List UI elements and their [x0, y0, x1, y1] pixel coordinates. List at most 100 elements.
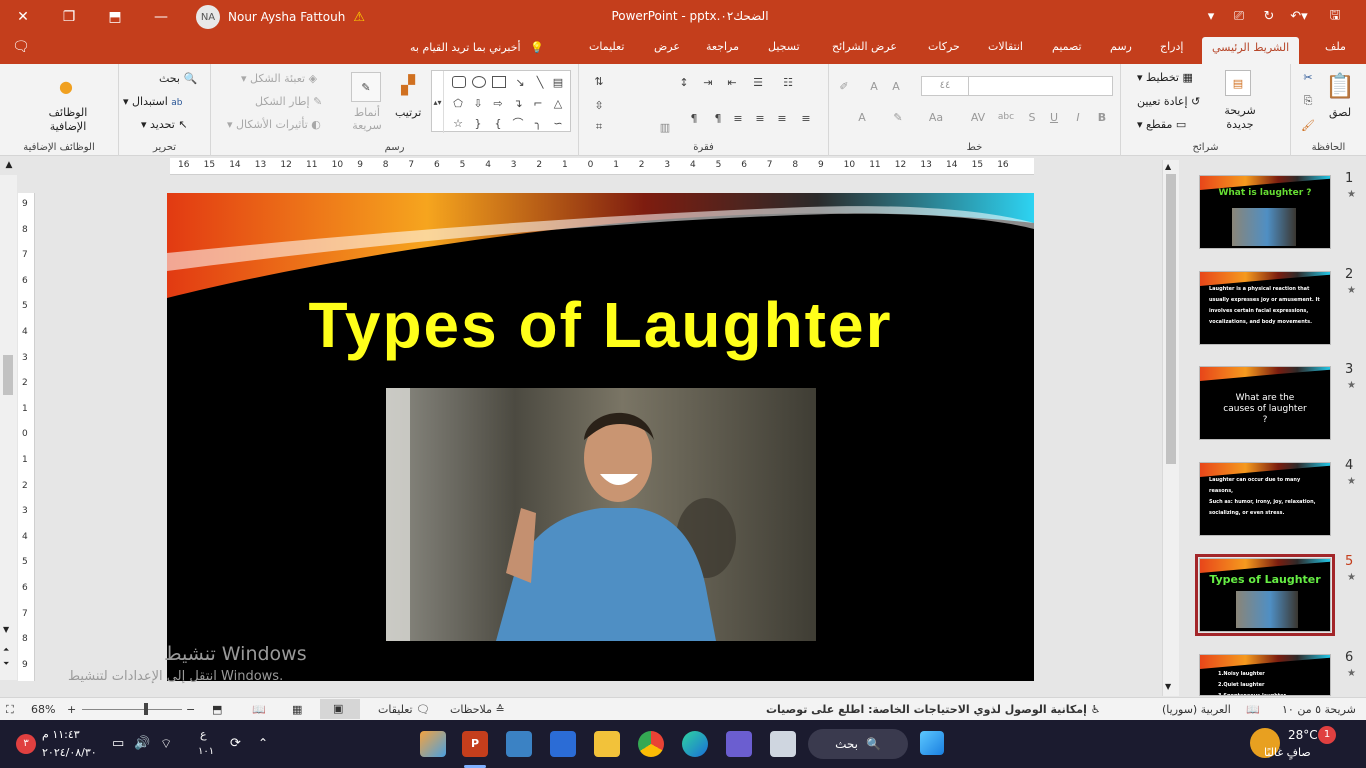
align-center-icon[interactable]: ≡	[773, 110, 791, 126]
tab-home[interactable]: الشريط الرئيسي	[1202, 37, 1300, 64]
right-arrow-shape[interactable]: ⇨	[490, 95, 506, 111]
prev-slide-icon[interactable]: ⏶	[3, 645, 9, 655]
line-arrow-shape[interactable]: ↘	[512, 74, 528, 90]
save-button[interactable]: 🖫	[1322, 0, 1348, 33]
format-painter-icon[interactable]: 🖌	[1301, 118, 1315, 132]
char-spacing-icon[interactable]: AV	[969, 108, 987, 126]
arrange-button[interactable]: ترتيب	[395, 106, 421, 119]
taskbar-search[interactable]: بحث 🔍	[808, 729, 908, 759]
tell-me-search[interactable]: أخبرني بما تريد القيام به 💡	[410, 41, 544, 54]
highlight-icon[interactable]: ✎	[889, 108, 907, 126]
customize-qat-button[interactable]: ▾	[1198, 0, 1224, 33]
addins-button[interactable]: الوظائف الإضافية	[44, 106, 92, 134]
undo-button[interactable]: ↶▾	[1286, 0, 1312, 33]
next-slide-icon[interactable]: ⏷	[3, 659, 9, 669]
underline-icon[interactable]: U	[1045, 108, 1063, 126]
ribbon-display-button[interactable]: ⬒	[92, 0, 138, 33]
connector-shape[interactable]: ⌐	[530, 95, 546, 111]
paste-button[interactable]: لصق	[1329, 106, 1351, 119]
slideshow-view-icon[interactable]: ⬒	[212, 703, 222, 716]
tab-transitions[interactable]: انتقالات	[988, 40, 1023, 53]
font-color-icon[interactable]: A	[853, 108, 871, 126]
oval-shape[interactable]	[472, 76, 486, 88]
down-arrow-shape[interactable]: ⇩	[470, 95, 486, 111]
smartart-icon[interactable]: ⌗	[589, 118, 609, 136]
zoom-slider[interactable]	[82, 709, 182, 710]
app-icon[interactable]	[770, 731, 796, 757]
increase-indent-icon[interactable]: ⇥	[699, 74, 717, 90]
notification-count[interactable]: ٣	[16, 734, 36, 754]
slide-photo[interactable]	[386, 388, 816, 641]
language-status[interactable]: العربية (سوريا)	[1162, 703, 1231, 716]
section-button[interactable]: ▾ مقطع ▭	[1137, 118, 1186, 131]
shape-fill-button[interactable]: ▾ تعبئة الشكل ◈	[241, 72, 317, 85]
left-vertical-scrollbar[interactable]: ▼ ⏶ ⏷	[0, 175, 17, 680]
italic-icon[interactable]: I	[1069, 108, 1087, 126]
left-scroll-thumb[interactable]	[3, 355, 13, 395]
tab-view[interactable]: عرض	[654, 40, 680, 53]
columns-icon[interactable]: ▥	[655, 118, 675, 136]
pane-scroll-up[interactable]: ▲	[2, 160, 16, 174]
elbow-connector-shape[interactable]: ↴	[510, 95, 526, 111]
chevron-up-icon[interactable]: ⌃	[258, 736, 268, 750]
reading-view-icon[interactable]: 📖	[252, 703, 266, 716]
scroll-down-icon[interactable]: ▼	[3, 625, 9, 634]
slide-title[interactable]: Types of Laughter	[167, 288, 1034, 362]
start-icon[interactable]	[920, 731, 944, 755]
teams-icon[interactable]	[726, 731, 752, 757]
normal-view-button[interactable]: ▣	[320, 699, 360, 719]
rtl-icon[interactable]: ¶	[685, 110, 703, 126]
pentagon-shape[interactable]: ⬠	[450, 95, 466, 111]
user-account[interactable]: NA Nour Aysha Fattouh ⚠	[196, 5, 365, 29]
clock-time[interactable]: ١١:٤٣ م	[42, 728, 80, 741]
gallery-scroll[interactable]: ▴▾	[432, 71, 444, 133]
bullets-icon[interactable]: ☷	[779, 74, 797, 90]
comments-button[interactable]: تعليقات 🗨	[378, 703, 430, 716]
find-button[interactable]: بحث 🔍	[159, 72, 197, 85]
shadow-icon[interactable]: S	[1023, 108, 1041, 126]
spelling-icon[interactable]: 📖	[1246, 703, 1260, 716]
slide-thumbnail-4[interactable]: Laughter can occur due to many reasons, Su…	[1199, 462, 1331, 536]
slide-thumbnail-5[interactable]: Types of Laughter	[1195, 554, 1335, 636]
redo-button[interactable]: ↻	[1256, 0, 1282, 33]
line-spacing-icon[interactable]: ↕	[675, 74, 693, 90]
chrome-icon[interactable]	[638, 731, 664, 757]
zoom-level[interactable]: 68%	[31, 703, 55, 716]
accessibility-status[interactable]: إمكانية الوصول لذوي الاحتياجات الخاصة: ا…	[766, 703, 1101, 716]
rounded-rect-shape[interactable]	[452, 76, 466, 88]
presenter-button[interactable]: ⎚	[1226, 0, 1252, 33]
minimize-button[interactable]: —	[138, 0, 184, 33]
notes-button[interactable]: ملاحظات ≙	[450, 703, 505, 716]
zoom-out-icon[interactable]: −	[186, 703, 195, 716]
shapes-gallery[interactable]: ↘ ╲ ▤ ⬠ ⇩ ⇨ ↴ ⌐ △ ☆ } { ⌒ ╮ ∽ ▴▾	[431, 70, 571, 133]
slide-sorter-icon[interactable]: ▦	[292, 703, 302, 716]
text-direction-icon[interactable]: ⇅	[589, 72, 609, 90]
rectangle-shape[interactable]	[492, 76, 506, 88]
tab-record[interactable]: تسجيل	[768, 40, 800, 53]
strikethrough-icon[interactable]: abc	[997, 108, 1015, 126]
shape-outline-button[interactable]: إطار الشكل ✎	[255, 95, 322, 108]
reset-button[interactable]: إعادة تعيين ↺	[1137, 95, 1200, 108]
clock-date[interactable]: ٢٠٢٤/٠٨/٣٠	[42, 746, 97, 759]
layout-button[interactable]: ▾ تخطيط ▦	[1137, 71, 1193, 84]
tab-draw[interactable]: رسم	[1110, 40, 1132, 53]
decrease-font-icon[interactable]: A	[887, 78, 905, 94]
copy-icon[interactable]: ⎘	[1301, 94, 1315, 108]
edge-icon[interactable]	[682, 731, 708, 757]
comments-icon[interactable]: 🗨	[12, 39, 30, 55]
ltr-icon[interactable]: ¶	[709, 110, 727, 126]
shape-effects-button[interactable]: ▾ تأثيرات الأشكال ◐	[227, 118, 321, 131]
camera-icon[interactable]	[506, 731, 532, 757]
input-language-bottom[interactable]: ١٠١	[198, 746, 214, 757]
tab-design[interactable]: تصميم	[1052, 40, 1082, 53]
file-explorer-icon[interactable]	[594, 731, 620, 757]
textbox-shape[interactable]: ▤	[550, 74, 566, 90]
scroll-thumb[interactable]	[1166, 174, 1176, 464]
change-case-icon[interactable]: Aa	[927, 108, 945, 126]
bold-icon[interactable]: B	[1093, 108, 1111, 126]
slide-thumbnail-3[interactable]: What are the causes of laughter ?	[1199, 366, 1331, 440]
fit-slide-icon[interactable]: ⛶	[6, 703, 14, 717]
star-shape[interactable]: ☆	[450, 115, 466, 131]
input-language-top[interactable]: ع	[200, 728, 207, 741]
select-button[interactable]: ▾ تحديد ↖	[141, 118, 188, 131]
